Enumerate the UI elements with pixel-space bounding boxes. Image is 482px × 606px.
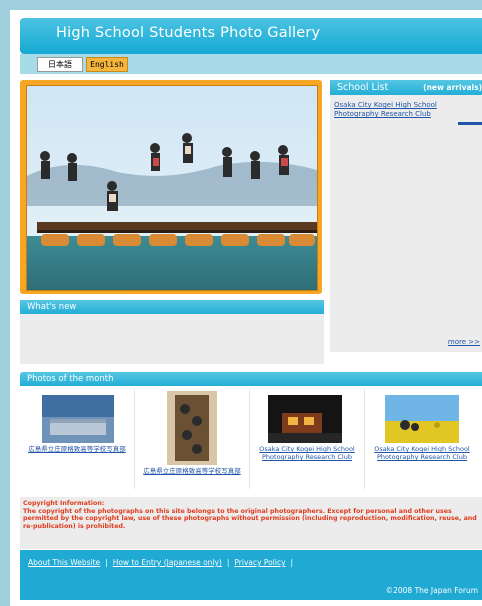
page: High School Students Photo Gallery 日本語 E… bbox=[10, 10, 482, 606]
footer-separator: | bbox=[226, 558, 230, 567]
copyright-body: The copyright of the photographs on this… bbox=[23, 507, 477, 531]
language-japanese-button[interactable]: 日本語 bbox=[37, 57, 83, 72]
footer-separator: | bbox=[105, 558, 108, 567]
photos-of-month-grid: 広島県立庄原格致高等学校写真部 広島県立庄原格致高等学校写真部 Osaka Ci… bbox=[20, 389, 482, 492]
photo-thumbnail[interactable] bbox=[167, 391, 217, 465]
copyright-notice: Copyright Information: The copyright of … bbox=[20, 497, 482, 549]
site-footer: About This Website | How to Entry (Japanes… bbox=[20, 550, 482, 600]
whats-new-panel: What's new bbox=[20, 300, 324, 364]
photo-caption-link[interactable]: 広島県立庄原格致高等学校写真部 bbox=[20, 445, 134, 453]
footer-copyright: ©2008 The Japan Forum bbox=[385, 586, 478, 595]
photo-thumbnail[interactable] bbox=[42, 395, 114, 443]
footer-link-about[interactable]: About This Website bbox=[28, 558, 100, 567]
language-bar: 日本語 English bbox=[20, 54, 482, 74]
photo-card[interactable]: Osaka City Kogei High School Photography… bbox=[250, 389, 365, 489]
school-list-header: School List (new arrivals) bbox=[330, 80, 482, 95]
photos-of-month-title: Photos of the month bbox=[20, 372, 482, 386]
copyright-heading: Copyright Information: bbox=[23, 500, 105, 507]
featured-photo-frame bbox=[20, 80, 322, 294]
new-arrivals-label: (new arrivals) bbox=[423, 83, 482, 92]
footer-link-privacy[interactable]: Privacy Policy bbox=[234, 558, 285, 567]
photo-card[interactable]: 広島県立庄原格致高等学校写真部 bbox=[135, 389, 250, 489]
photos-of-month-panel: Photos of the month 広島県立庄原格致高等学校写真部 広島県立… bbox=[20, 372, 482, 492]
language-english-button[interactable]: English bbox=[86, 57, 128, 72]
featured-photo-image bbox=[27, 86, 317, 290]
footer-link-how-to-entry[interactable]: How to Entry (Japanese only) bbox=[113, 558, 222, 567]
footer-links: About This Website | How to Entry (Japanes… bbox=[28, 558, 298, 567]
photo-caption-link[interactable]: Osaka City Kogei High School Photography… bbox=[250, 445, 364, 461]
photo-thumbnail[interactable] bbox=[268, 395, 342, 443]
photo-caption-link[interactable]: Osaka City Kogei High School Photography… bbox=[365, 445, 479, 461]
whats-new-title: What's new bbox=[20, 300, 324, 314]
site-header: High School Students Photo Gallery bbox=[20, 18, 482, 54]
photo-caption-link[interactable]: 広島県立庄原格致高等学校写真部 bbox=[135, 467, 249, 475]
photo-card[interactable]: Osaka City Kogei High School Photography… bbox=[365, 389, 479, 489]
scroll-indicator bbox=[458, 122, 482, 125]
featured-photo[interactable] bbox=[26, 85, 318, 291]
school-list-title: School List bbox=[337, 82, 389, 93]
school-list-panel: School List (new arrivals) Osaka City Ko… bbox=[330, 80, 482, 352]
school-list-item[interactable]: Osaka City Kogei High School Photography… bbox=[334, 101, 464, 119]
footer-separator: | bbox=[290, 558, 294, 567]
photo-card[interactable]: 広島県立庄原格致高等学校写真部 bbox=[20, 389, 135, 489]
photo-thumbnail[interactable] bbox=[385, 395, 459, 443]
site-title: High School Students Photo Gallery bbox=[56, 25, 321, 41]
school-list-more-link[interactable]: more >> bbox=[448, 338, 480, 346]
